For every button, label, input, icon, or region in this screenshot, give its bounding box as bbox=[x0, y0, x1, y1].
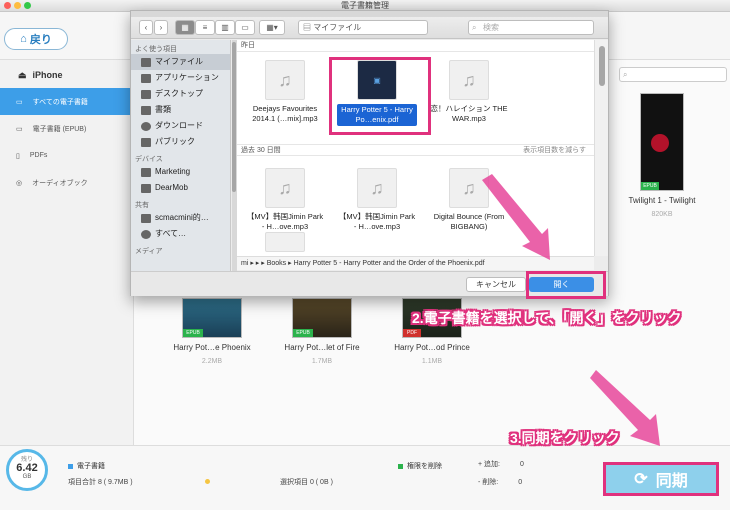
arrow-icon bbox=[482, 174, 550, 260]
annotation-arrows bbox=[482, 174, 660, 446]
annotation-step3: 3.同期をクリック bbox=[510, 430, 620, 446]
annotation-step2: 2.電子書籍を選択して、「開く」をクリック bbox=[412, 310, 682, 326]
